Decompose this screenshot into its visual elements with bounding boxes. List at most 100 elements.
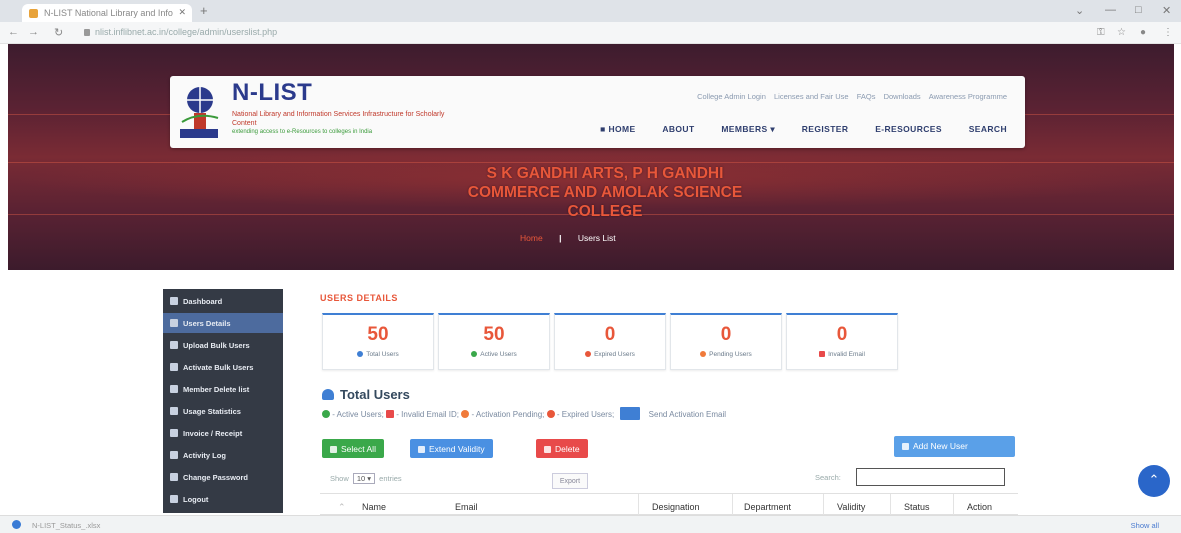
stat-value: 0 bbox=[720, 324, 732, 345]
top-link[interactable]: Licenses and Fair Use bbox=[774, 92, 849, 101]
breadcrumb-separator: | bbox=[559, 233, 562, 243]
tab-title: N-LIST National Library and Info bbox=[44, 8, 173, 18]
sidebar-item-dashboard[interactable]: Dashboard bbox=[163, 291, 283, 311]
stat-value: 50 bbox=[483, 324, 505, 345]
site-header: N-LIST National Library and Information … bbox=[170, 76, 1025, 148]
profile-icon[interactable]: ● bbox=[1140, 27, 1146, 38]
nav-search[interactable]: SEARCH bbox=[969, 124, 1007, 134]
stat-active-users[interactable]: 50 Active Users bbox=[438, 313, 550, 370]
entries-select[interactable]: 10 ▾ bbox=[352, 473, 376, 484]
add-new-user-button[interactable]: Add New User bbox=[894, 436, 1015, 457]
pending-icon bbox=[700, 351, 707, 357]
sidebar-item-upload-bulk-users[interactable]: Upload Bulk Users bbox=[163, 335, 283, 355]
sidebar-item-label: Activate Bulk Users bbox=[183, 363, 254, 372]
menu-icon[interactable]: ⋮ bbox=[1163, 27, 1173, 38]
chevron-down-icon[interactable]: ⌄ bbox=[1075, 4, 1084, 17]
column-action[interactable]: Action bbox=[967, 502, 992, 512]
sidebar-item-label: Upload Bulk Users bbox=[183, 341, 250, 350]
top-link[interactable]: College Admin Login bbox=[697, 92, 766, 101]
chart-icon bbox=[170, 407, 178, 415]
logout-icon bbox=[170, 495, 178, 503]
top-links: College Admin Login Licenses and Fair Us… bbox=[691, 92, 1007, 101]
column-name[interactable]: Name bbox=[362, 502, 386, 512]
top-link[interactable]: FAQs bbox=[857, 92, 876, 101]
show-all-link[interactable]: Show all bbox=[1131, 521, 1159, 530]
scroll-to-top-icon[interactable]: ⌃ bbox=[1138, 465, 1170, 497]
button-label: Add New User bbox=[913, 441, 968, 451]
nav-e-resources[interactable]: E-RESOURCES bbox=[875, 124, 942, 134]
search-input[interactable] bbox=[856, 468, 1005, 486]
stat-label: Expired Users bbox=[594, 351, 635, 358]
sort-icon[interactable]: ⌃ bbox=[338, 502, 346, 513]
logo-subtitle: National Library and Information Service… bbox=[232, 111, 445, 127]
stat-label: Pending Users bbox=[709, 351, 752, 358]
select-all-button[interactable]: Select All bbox=[322, 439, 384, 458]
legend-send-activation: Send Activation Email bbox=[648, 410, 727, 419]
dashboard-icon bbox=[170, 297, 178, 305]
new-tab-icon[interactable]: + bbox=[200, 3, 208, 18]
calendar-icon bbox=[418, 446, 425, 453]
minimize-icon[interactable]: — bbox=[1105, 4, 1116, 16]
logo-tagline: extending access to e-Resources to colle… bbox=[232, 129, 373, 135]
column-validity[interactable]: Validity bbox=[837, 502, 865, 512]
column-status[interactable]: Status bbox=[904, 502, 930, 512]
close-tab-icon[interactable]: ✕ bbox=[178, 7, 186, 18]
entries-label: entries bbox=[379, 474, 402, 483]
top-link[interactable]: Awareness Programme bbox=[929, 92, 1007, 101]
legend-expired: - Expired Users; bbox=[556, 410, 615, 419]
sidebar-item-users-details[interactable]: Users Details bbox=[163, 313, 283, 333]
main-nav: ■ HOME ABOUT MEMBERS ▾ REGISTER E-RESOUR… bbox=[576, 124, 1007, 135]
nav-about[interactable]: ABOUT bbox=[662, 124, 694, 134]
users-icon bbox=[322, 389, 334, 400]
sidebar-item-member-delete-list[interactable]: Member Delete list bbox=[163, 379, 283, 399]
stat-value: 0 bbox=[604, 324, 616, 345]
star-icon[interactable]: ☆ bbox=[1117, 27, 1126, 38]
back-icon[interactable]: ← bbox=[8, 26, 19, 38]
total-users-heading: Total Users bbox=[322, 387, 410, 402]
breadcrumb: Home | Users List bbox=[520, 233, 616, 243]
reload-icon[interactable]: ↻ bbox=[54, 26, 63, 39]
download-item[interactable]: N-LIST_Status_.xlsx bbox=[32, 521, 100, 530]
sidebar-item-activate-bulk-users[interactable]: Activate Bulk Users bbox=[163, 357, 283, 377]
stat-total-users[interactable]: 50 Total Users bbox=[322, 313, 434, 370]
column-email[interactable]: Email bbox=[455, 502, 478, 512]
button-label: Extend Validity bbox=[429, 444, 485, 454]
column-designation[interactable]: Designation bbox=[652, 502, 700, 512]
breadcrumb-home[interactable]: Home bbox=[520, 233, 543, 243]
stat-label: Invalid Email bbox=[828, 351, 865, 358]
sidebar-item-activity-log[interactable]: Activity Log bbox=[163, 445, 283, 465]
legend-active: - Active Users; bbox=[332, 410, 384, 419]
top-link[interactable]: Downloads bbox=[884, 92, 921, 101]
nav-home[interactable]: ■ HOME bbox=[600, 124, 635, 134]
stat-invalid-email[interactable]: 0 Invalid Email bbox=[786, 313, 898, 370]
sidebar-item-logout[interactable]: Logout bbox=[163, 489, 283, 509]
sidebar-item-label: Logout bbox=[183, 495, 209, 504]
logo-title[interactable]: N-LIST bbox=[232, 79, 312, 107]
forward-icon[interactable]: → bbox=[28, 26, 39, 38]
browser-tab[interactable]: N-LIST National Library and Info ✕ bbox=[22, 4, 192, 22]
close-window-icon[interactable]: ✕ bbox=[1162, 4, 1171, 17]
check-circle-icon bbox=[471, 351, 478, 357]
url-field[interactable]: nlist.inflibnet.ac.in/college/admin/user… bbox=[95, 27, 277, 37]
stat-value: 0 bbox=[836, 324, 848, 345]
table-header: ⌃ Name Email Designation Department Vali… bbox=[320, 493, 1018, 516]
sidebar-item-change-password[interactable]: Change Password bbox=[163, 467, 283, 487]
nav-members[interactable]: MEMBERS ▾ bbox=[721, 124, 775, 134]
stat-expired-users[interactable]: 0 Expired Users bbox=[554, 313, 666, 370]
key-icon[interactable]: ⚿ bbox=[1097, 27, 1105, 38]
maximize-icon[interactable]: □ bbox=[1135, 4, 1142, 16]
nav-register[interactable]: REGISTER bbox=[802, 124, 849, 134]
extend-validity-button[interactable]: Extend Validity bbox=[410, 439, 493, 458]
nlist-logo-icon bbox=[180, 87, 219, 138]
column-department[interactable]: Department bbox=[744, 502, 791, 512]
add-user-icon bbox=[902, 443, 909, 450]
sidebar-item-invoice-receipt[interactable]: Invoice / Receipt bbox=[163, 423, 283, 443]
delete-button[interactable]: Delete bbox=[536, 439, 588, 458]
stat-pending-users[interactable]: 0 Pending Users bbox=[670, 313, 782, 370]
sidebar-item-usage-statistics[interactable]: Usage Statistics bbox=[163, 401, 283, 421]
delete-list-icon bbox=[170, 385, 178, 393]
sidebar-item-label: Dashboard bbox=[183, 297, 223, 306]
activate-icon bbox=[170, 363, 178, 371]
trash-icon bbox=[544, 446, 551, 453]
export-button[interactable]: Export bbox=[552, 473, 588, 489]
